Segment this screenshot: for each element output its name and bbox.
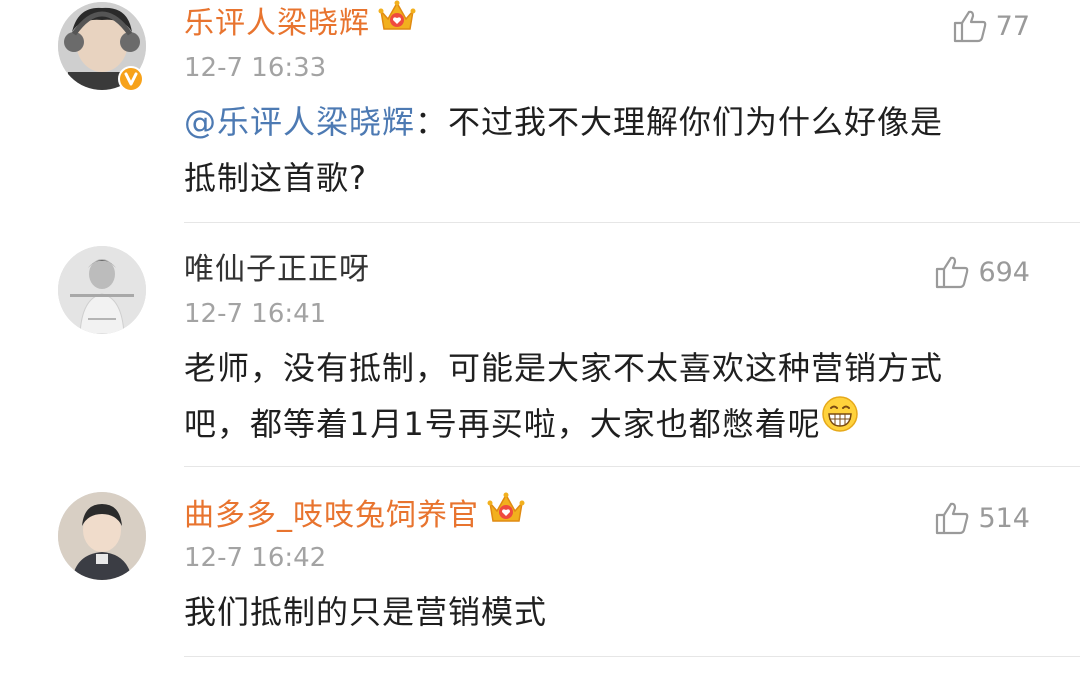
verified-badge-icon — [118, 66, 144, 92]
username[interactable]: 唯仙子正正呀 — [184, 250, 370, 290]
timestamp: 12-7 16:33 — [184, 53, 327, 83]
comment-text-line: ：不过我不大理解你们为什么好像是 — [415, 103, 944, 141]
username[interactable]: 曲多多_吱吱兔饲养官 — [184, 492, 525, 536]
comment-text: 老师，没有抵制，可能是大家不太喜欢这种营销方式 吧，都等着1月1号再买啦，大家也… — [184, 340, 1034, 452]
timestamp: 12-7 16:42 — [184, 543, 327, 573]
grin-emoji-icon — [821, 394, 859, 450]
like-count: 694 — [978, 256, 1030, 288]
timestamp: 12-7 16:41 — [184, 299, 327, 329]
avatar-image — [58, 492, 146, 580]
like-count: 514 — [978, 502, 1030, 534]
avatar[interactable] — [58, 246, 146, 334]
like-button[interactable]: 514 — [934, 498, 1030, 538]
thumbs-up-icon — [934, 501, 978, 535]
username-text[interactable]: 乐评人梁晓辉 — [184, 6, 370, 41]
avatar[interactable] — [58, 492, 146, 580]
username-text[interactable]: 曲多多_吱吱兔饲养官 — [184, 498, 479, 533]
comment-text-line: 老师，没有抵制，可能是大家不太喜欢这种营销方式 — [184, 349, 944, 387]
divider — [184, 466, 1080, 467]
divider — [184, 222, 1080, 223]
thumbs-up-icon — [934, 255, 978, 289]
thumbs-up-icon — [952, 9, 996, 43]
crown-icon — [487, 491, 525, 536]
comment-text: 我们抵制的只是营销模式 — [184, 584, 1034, 640]
username[interactable]: 乐评人梁晓辉 — [184, 0, 416, 44]
like-count: 77 — [995, 10, 1030, 42]
comment-text-line: 抵制这首歌? — [184, 159, 367, 197]
comment-text-line: 吧，都等着1月1号再买啦，大家也都憋着呢 — [184, 405, 821, 443]
comment-feed: 乐评人梁晓辉 12-7 16:33 77 @乐评人梁晓辉：不过我不大理解你们为什… — [0, 0, 1080, 674]
comment-text-line: 我们抵制的只是营销模式 — [184, 593, 548, 631]
avatar-image — [58, 246, 146, 334]
mention-link[interactable]: @乐评人梁晓辉 — [184, 103, 415, 141]
crown-icon — [378, 0, 416, 44]
comment-text: @乐评人梁晓辉：不过我不大理解你们为什么好像是 抵制这首歌? — [184, 94, 1034, 206]
divider — [184, 656, 1080, 657]
like-button[interactable]: 77 — [952, 6, 1030, 46]
like-button[interactable]: 694 — [934, 252, 1030, 292]
